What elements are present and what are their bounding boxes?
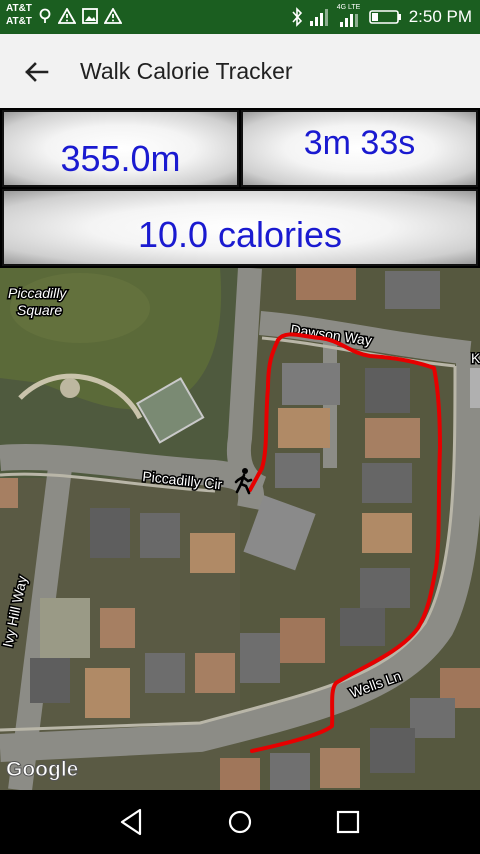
map-label-edge: K: [471, 350, 480, 366]
signal-icon: [309, 9, 328, 26]
image-icon: [82, 8, 98, 24]
nav-recents-button[interactable]: [332, 806, 364, 838]
carrier-labels: AT&T AT&T: [6, 2, 32, 28]
nav-recents-icon: [336, 810, 360, 834]
nav-back-button[interactable]: [116, 806, 148, 838]
page-title: Walk Calorie Tracker: [80, 58, 293, 84]
nav-back-icon: [120, 808, 142, 836]
map-label-piccadilly-square-2: Square: [17, 302, 62, 318]
map-label-piccadilly-square-1: Piccadilly: [8, 285, 67, 301]
nav-home-button[interactable]: [224, 806, 256, 838]
hotspot-icon: [39, 8, 51, 23]
bluetooth-icon: [292, 7, 302, 27]
carrier-line-2: AT&T: [6, 16, 32, 27]
nav-home-icon: [228, 810, 252, 834]
map-canvas[interactable]: Piccadilly Square Dawson Way Piccadilly …: [0, 268, 480, 790]
duration-value: 3m 33s: [241, 110, 478, 187]
carrier-line-1: AT&T: [6, 3, 32, 14]
status-right: 4G LTE 2:50 PM: [291, 4, 472, 28]
google-attribution: Google: [6, 758, 78, 781]
satellite-map[interactable]: Piccadilly Square Dawson Way Piccadilly …: [0, 268, 480, 790]
lte-signal-icon: [339, 14, 358, 27]
distance-value: 355.0m: [2, 110, 239, 187]
stats-panel: 355.0m 3m 33s 10.0 calories: [0, 108, 480, 268]
notification-icons: [38, 8, 122, 24]
warning-icon-2: [104, 8, 122, 24]
back-button[interactable]: [20, 56, 52, 88]
warning-icon: [58, 8, 76, 24]
arrow-back-icon: [25, 62, 49, 82]
app-bar: Walk Calorie Tracker: [0, 34, 480, 108]
calories-value: 10.0 calories: [2, 189, 478, 266]
system-nav-bar: [0, 790, 480, 854]
status-time: 2:50 PM: [408, 7, 472, 26]
status-bar: AT&T AT&T 4G LTE 2:50 PM: [0, 0, 480, 34]
battery-icon: [368, 10, 401, 24]
lte-signal: 4G LTE: [337, 4, 363, 28]
